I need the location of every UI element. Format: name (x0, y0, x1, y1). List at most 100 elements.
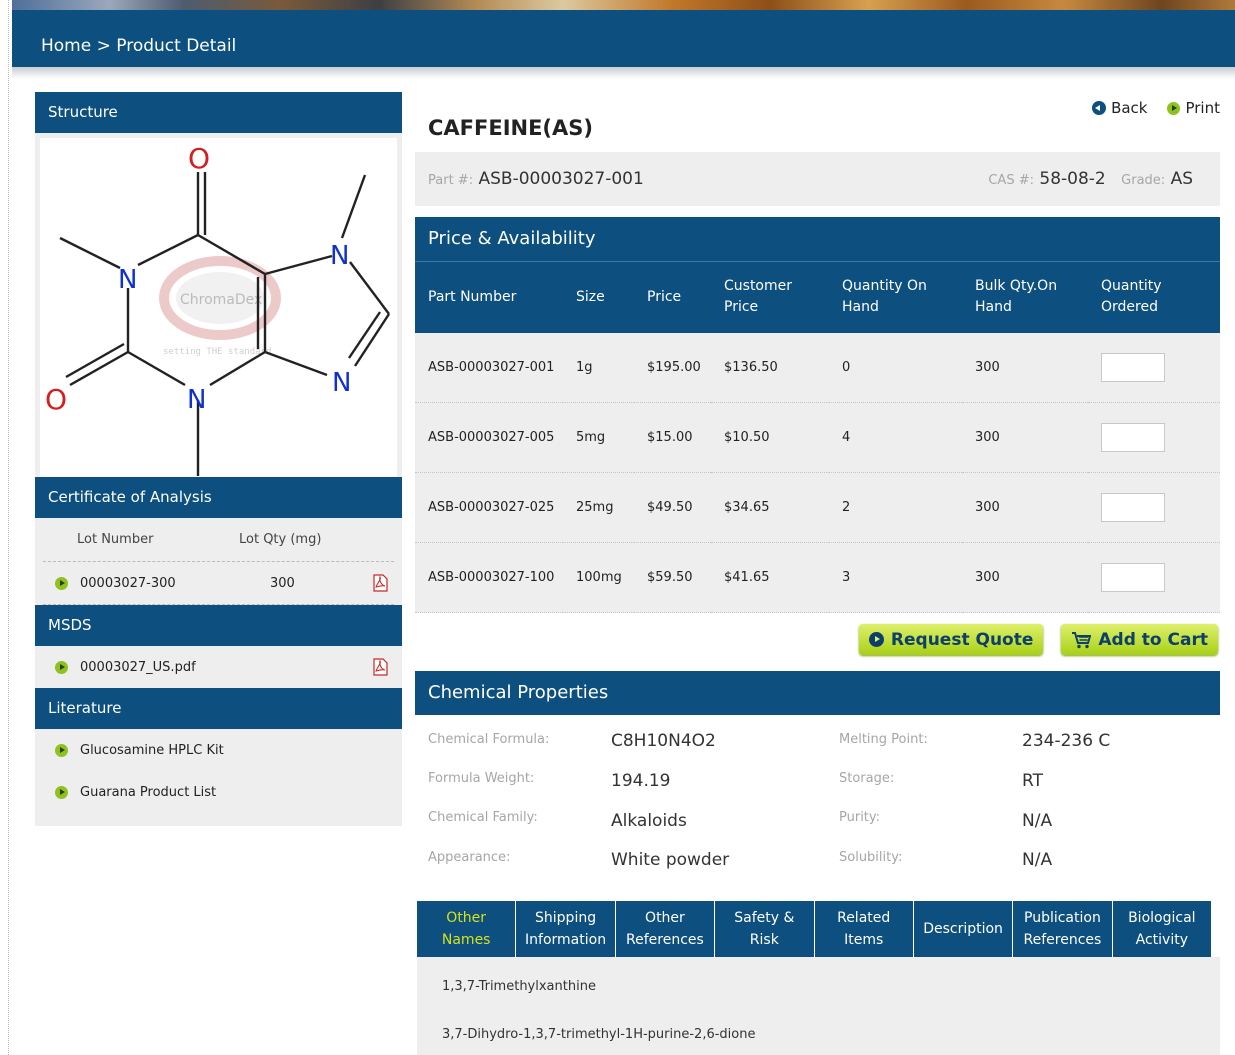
col-bulk-qty-text: Bulk Qty.On Hand (975, 278, 1058, 316)
tab-label-line2: Names (441, 932, 491, 948)
chemical-properties-body: Chemical Formula: C8H10N4O2 Formula Weig… (415, 715, 1220, 881)
col-quantity-on-hand-text: Quantity On Hand (842, 278, 927, 316)
literature-item[interactable]: Glucosamine HPLC Kit (35, 729, 402, 771)
cell-bulk: 300 (962, 402, 1088, 473)
cart-actions: Request Quote Add to Cart (858, 624, 1218, 655)
add-to-cart-button[interactable]: Add to Cart (1061, 624, 1218, 655)
cell-customer-price: $136.50 (711, 332, 829, 403)
appearance-label: Appearance: (428, 850, 511, 865)
top-actions: Back Print (1092, 99, 1220, 117)
part-info-bar: Part #: ASB-00003027-001 CAS #: 58-08-2 … (415, 152, 1220, 206)
part-number-value: ASB-00003027-001 (478, 169, 644, 189)
watermark-text: ChromaDex (180, 292, 262, 308)
col-price: Price (634, 261, 711, 333)
print-label[interactable]: Print (1185, 99, 1220, 117)
cell-size: 1g (563, 332, 634, 403)
cell-bulk: 300 (962, 332, 1088, 403)
print-icon (1167, 101, 1181, 115)
cell-qty-ordered (1088, 472, 1220, 543)
literature-header: Literature (35, 688, 402, 729)
storage-label: Storage: (839, 771, 895, 786)
formula-label: Chemical Formula: (428, 732, 550, 747)
arrow-bullet-icon (55, 576, 68, 590)
quantity-ordered-input[interactable] (1101, 493, 1165, 522)
tab-other-references[interactable]: Other References (616, 901, 716, 957)
back-label[interactable]: Back (1111, 99, 1147, 117)
pdf-icon[interactable] (372, 574, 388, 592)
part-label: Part #: (428, 173, 474, 188)
cell-customer-price: $34.65 (711, 472, 829, 543)
header-banner-image (12, 0, 1235, 10)
tab-related-items[interactable]: Related Items (815, 901, 914, 957)
page-left-rule (8, 0, 9, 1055)
quantity-ordered-input[interactable] (1101, 563, 1165, 592)
tab-label-line1: Biological (1128, 910, 1196, 926)
tab-label-line2: Risk (749, 932, 779, 948)
cell-on-hand: 2 (829, 472, 962, 543)
coa-lot-qty: 300 (270, 575, 295, 591)
quantity-ordered-input[interactable] (1101, 352, 1165, 382)
table-row: ASB-00003027-100 100mg $59.50 $41.65 3 3… (415, 542, 1220, 613)
msds-row[interactable]: 00003027_US.pdf (35, 646, 402, 688)
atom-o-left: O (45, 383, 67, 416)
other-name-item: 3,7-Dihydro-1,3,7-trimethyl-1H-purine-2,… (442, 1027, 756, 1042)
coa-lot-number[interactable]: 00003027-300 (80, 576, 270, 591)
grade-value: AS (1170, 169, 1193, 189)
structure-image: ChromaDex setting THE standard O O N N N… (40, 138, 397, 477)
coa-row[interactable]: 00003027-300 300 (35, 562, 402, 604)
cell-customer-price: $10.50 (711, 402, 829, 473)
request-quote-label: Request Quote (890, 629, 1034, 650)
arrow-right-icon (868, 632, 884, 647)
tab-other-names[interactable]: Other Names (417, 901, 517, 957)
cell-part: ASB-00003027-025 (415, 472, 563, 543)
atom-n-9: N (332, 368, 351, 398)
purity-label: Purity: (839, 810, 881, 825)
table-row: ASB-00003027-025 25mg $49.50 $34.65 2 30… (415, 472, 1220, 543)
request-quote-button[interactable]: Request Quote (858, 624, 1044, 655)
back-link[interactable]: Back (1092, 99, 1147, 117)
table-row: ASB-00003027-005 5mg $15.00 $10.50 4 300 (415, 402, 1220, 473)
cell-size: 100mg (563, 542, 634, 613)
cell-on-hand: 3 (829, 542, 962, 613)
print-link[interactable]: Print (1167, 99, 1220, 117)
grade-label: Grade: (1121, 173, 1166, 188)
structure-header: Structure (35, 92, 402, 133)
literature-link[interactable]: Glucosamine HPLC Kit (80, 743, 224, 758)
watermark-tagline: setting THE standard (163, 347, 271, 357)
col-part-number: Part Number (415, 261, 563, 333)
add-to-cart-label: Add to Cart (1098, 629, 1208, 650)
cell-part: ASB-00003027-005 (415, 402, 563, 473)
pdf-icon[interactable] (372, 658, 388, 676)
cell-part: ASB-00003027-100 (415, 542, 563, 613)
table-row: ASB-00003027-001 1g $195.00 $136.50 0 30… (415, 332, 1220, 403)
formula-weight-label: Formula Weight: (428, 771, 535, 786)
col-size: Size (563, 261, 634, 333)
col-bulk-qty: Bulk Qty.On Hand (962, 261, 1088, 333)
col-quantity-ordered: Quantity Ordered (1088, 261, 1220, 333)
solubility-label: Solubility: (839, 850, 903, 865)
col-customer-price-text: Customer Price (724, 278, 793, 316)
tab-publication-references[interactable]: Publication References (1013, 901, 1113, 957)
col-quantity-ordered-text: Quantity Ordered (1101, 278, 1162, 316)
cell-price: $15.00 (634, 402, 711, 473)
detail-tabs: Other Names Shipping Information Other Refe… (417, 901, 1211, 957)
melting-point-value: 234-236 C (1022, 731, 1111, 751)
quantity-ordered-input[interactable] (1101, 423, 1165, 452)
msds-file-link[interactable]: 00003027_US.pdf (80, 660, 196, 675)
chemical-family-value: Alkaloids (611, 811, 687, 831)
tab-safety-risk[interactable]: Safety & Risk (715, 901, 815, 957)
tab-biological-activity[interactable]: Biological Activity (1113, 901, 1211, 957)
tab-description[interactable]: Description (914, 901, 1014, 957)
cell-size: 25mg (563, 472, 634, 543)
cas-number-value: 58-08-2 (1039, 169, 1106, 189)
cell-price: $59.50 (634, 542, 711, 613)
literature-link[interactable]: Guarana Product List (80, 785, 216, 800)
atom-n-7: N (330, 241, 349, 271)
tab-label-line1: Related (837, 910, 891, 926)
chemical-properties-header: Chemical Properties (415, 671, 1220, 715)
tab-shipping-information[interactable]: Shipping Information (516, 901, 616, 957)
breadcrumb-text[interactable]: Home > Product Detail (41, 36, 236, 56)
literature-item[interactable]: Guarana Product List (35, 771, 402, 813)
atom-n-3: N (187, 385, 206, 415)
cell-customer-price: $41.65 (711, 542, 829, 613)
